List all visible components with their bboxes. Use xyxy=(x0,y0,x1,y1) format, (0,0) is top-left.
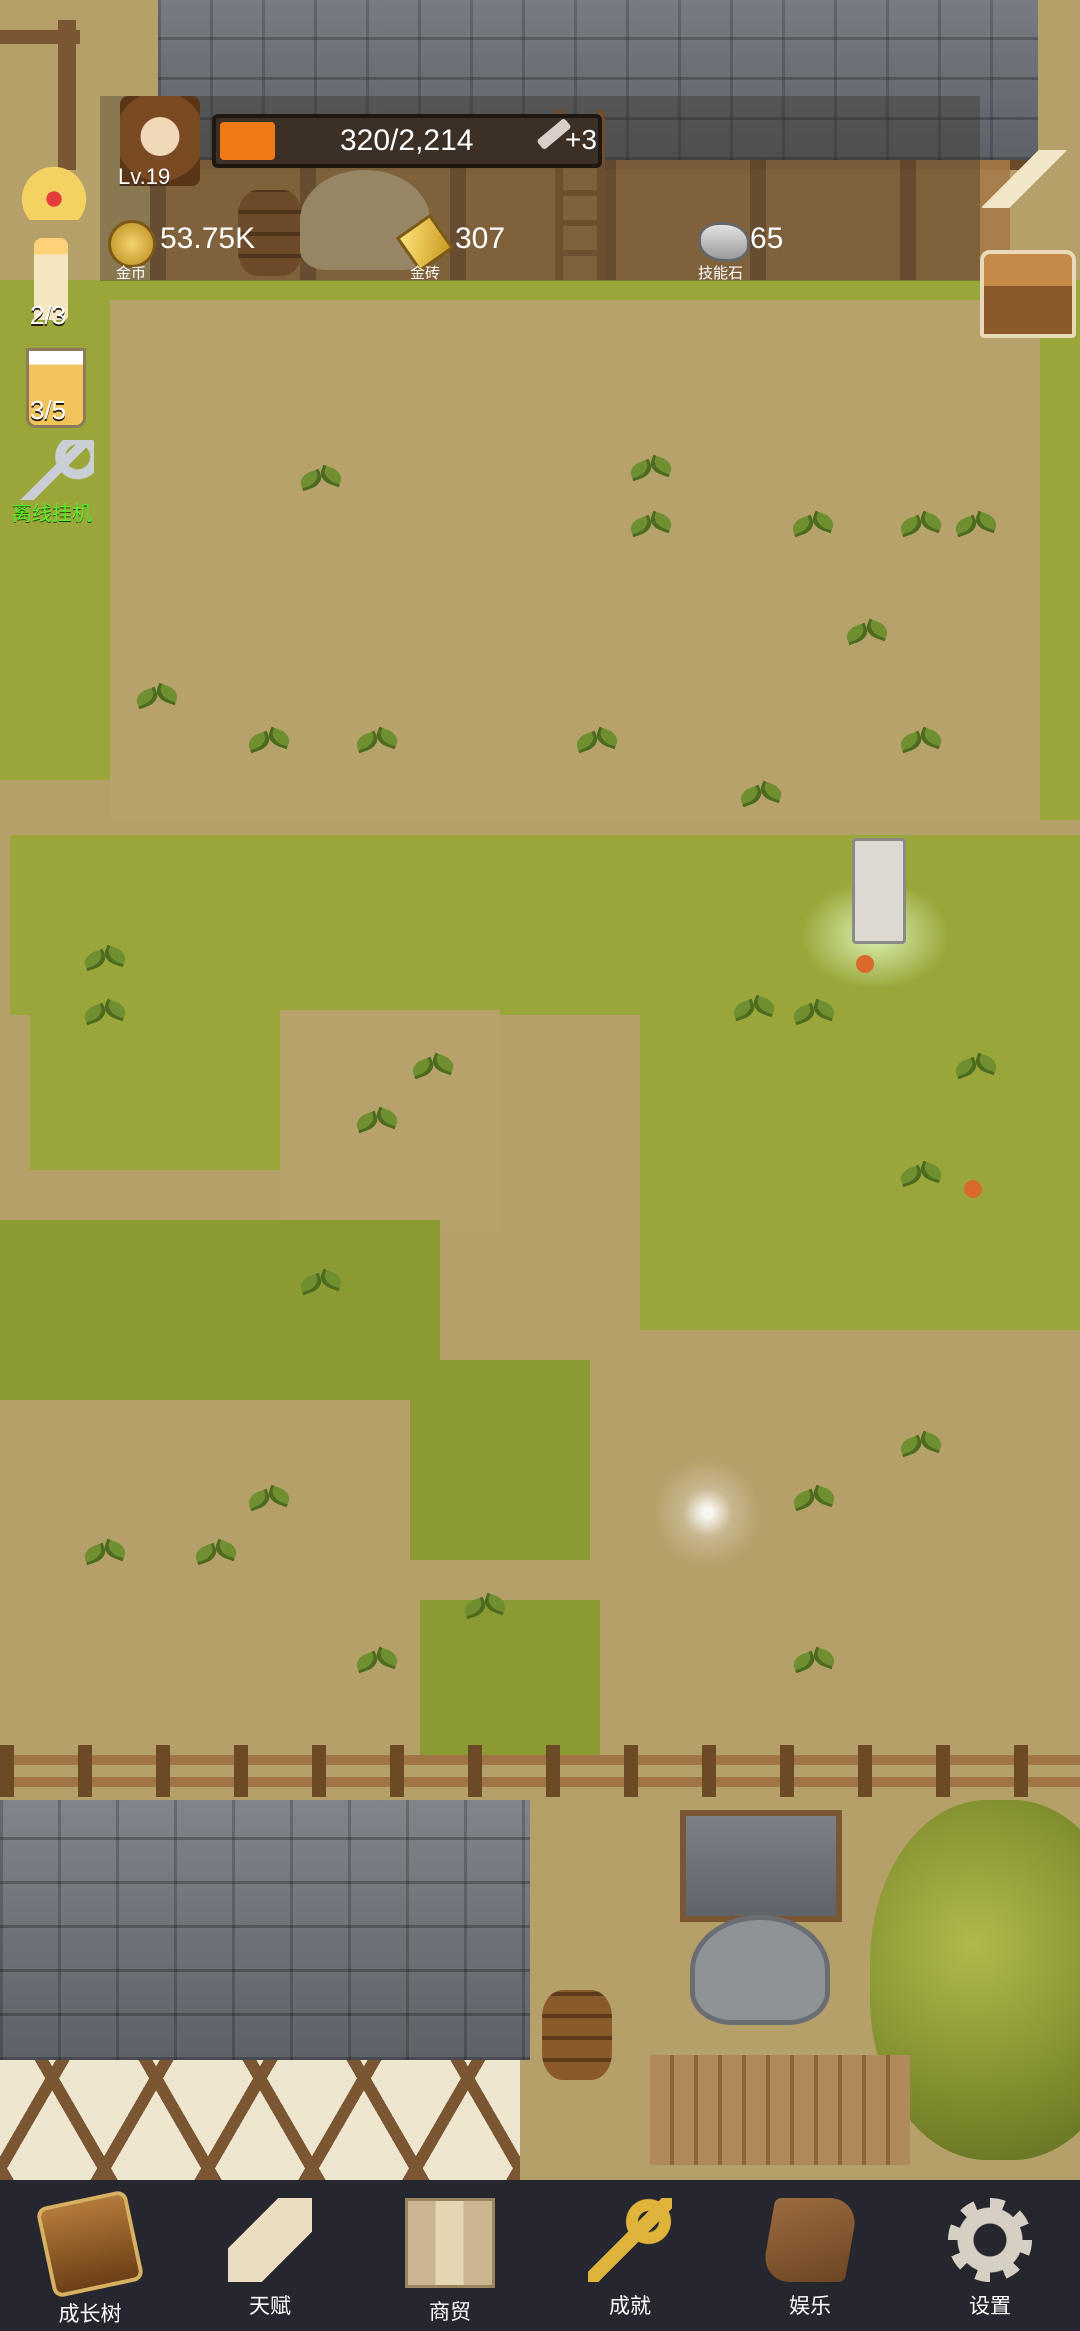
well-roof xyxy=(680,1810,842,1922)
crop-sprout[interactable] xyxy=(793,1644,835,1678)
drink-count: 3/5 xyxy=(30,395,67,425)
crop-sprout[interactable] xyxy=(356,1644,398,1678)
skill-stone-icon[interactable] xyxy=(698,222,750,262)
nav-label: 成长树 xyxy=(58,2303,122,2326)
crop-sprout[interactable] xyxy=(846,616,888,650)
house-roof xyxy=(0,1800,530,2060)
nav-settings[interactable]: 设置 xyxy=(900,2180,1080,2331)
nav-achievement[interactable]: 成就 xyxy=(540,2180,720,2331)
grass-lower-column xyxy=(410,1360,590,1560)
crop-sprout[interactable] xyxy=(84,1536,126,1570)
candle-count: 2/3 xyxy=(30,300,67,330)
crop-sprout[interactable] xyxy=(464,1590,506,1624)
skill-stone-label: 技能石 xyxy=(698,265,744,282)
crop-sprout[interactable] xyxy=(792,508,834,542)
wooden-cart xyxy=(650,2055,910,2165)
grass-fence-column xyxy=(420,1600,600,1760)
talent-scroll-icon xyxy=(228,2198,312,2282)
gallows-beam xyxy=(0,30,80,44)
crop-sprout[interactable] xyxy=(84,942,126,976)
gold-bar-value: 307 xyxy=(455,222,506,255)
treasure-chest-icon[interactable] xyxy=(980,250,1076,338)
crop-sprout[interactable] xyxy=(955,1050,997,1084)
scroll-icon[interactable] xyxy=(982,150,1066,208)
xp-text: 320/2,214 xyxy=(340,124,474,157)
stone-well[interactable] xyxy=(690,1915,830,2025)
nav-growth-tree[interactable]: 成长树 xyxy=(0,2180,180,2331)
crop-sprout[interactable] xyxy=(412,1050,454,1084)
crop-sprout[interactable] xyxy=(733,992,775,1026)
crop-sprout[interactable] xyxy=(955,508,997,542)
nav-label: 成就 xyxy=(609,2295,651,2318)
bottom-nav: 成长树 天赋 商贸 成就 娱乐 设置 xyxy=(0,2180,1080,2331)
grass-right-block xyxy=(640,1010,1080,1330)
crop-sprout[interactable] xyxy=(195,1536,237,1570)
growth-tree-book-icon xyxy=(35,2189,145,2299)
crop-sprout[interactable] xyxy=(900,1158,942,1192)
grass-lower-left xyxy=(0,1220,440,1400)
crop-sprout[interactable] xyxy=(900,508,942,542)
crop-sprout[interactable] xyxy=(630,452,672,486)
crop-sprout[interactable] xyxy=(793,996,835,1030)
crown-icon[interactable] xyxy=(18,160,90,220)
grass-left-block xyxy=(30,1000,280,1170)
nav-label: 天赋 xyxy=(249,2295,291,2318)
farmer-character[interactable] xyxy=(852,838,906,944)
crop-sprout[interactable] xyxy=(356,724,398,758)
house-wall xyxy=(0,2060,520,2180)
sparkle-effect xyxy=(650,1455,765,1570)
gold-coin-icon[interactable] xyxy=(108,220,156,268)
crop-sprout[interactable] xyxy=(576,724,618,758)
farm-scene[interactable] xyxy=(0,0,1080,2180)
barrel xyxy=(542,1990,612,2080)
crop-sprout[interactable] xyxy=(136,680,178,714)
nav-label: 娱乐 xyxy=(789,2295,831,2318)
crop-sprout[interactable] xyxy=(248,1482,290,1516)
wooden-fence xyxy=(0,1745,1080,1797)
achievement-key-icon xyxy=(588,2198,672,2282)
nav-talent[interactable]: 天赋 xyxy=(180,2180,360,2331)
xp-bonus: +3 xyxy=(565,124,597,155)
crop-sprout[interactable] xyxy=(300,1266,342,1300)
crop-sprout[interactable] xyxy=(248,724,290,758)
nav-entertainment[interactable]: 娱乐 xyxy=(720,2180,900,2331)
trade-map-icon xyxy=(405,2198,495,2288)
gold-bar-label: 金砖 xyxy=(410,265,441,282)
player-level: Lv.19 xyxy=(118,164,171,189)
crop-sprout[interactable] xyxy=(356,1104,398,1138)
carrot-icon[interactable] xyxy=(964,1180,982,1198)
crop-sprout[interactable] xyxy=(900,724,942,758)
crop-sprout[interactable] xyxy=(740,778,782,812)
key-icon[interactable] xyxy=(20,440,94,500)
settings-gear-icon xyxy=(948,2198,1032,2282)
crop-sprout[interactable] xyxy=(900,1428,942,1462)
crop-sprout[interactable] xyxy=(793,1482,835,1516)
grass-right-strip xyxy=(1040,280,1080,820)
carrot-icon[interactable] xyxy=(856,955,874,973)
nav-trade[interactable]: 商贸 xyxy=(360,2180,540,2331)
crop-sprout[interactable] xyxy=(84,996,126,1030)
crop-sprout[interactable] xyxy=(630,508,672,542)
nav-label: 设置 xyxy=(969,2295,1011,2318)
entertainment-cloth-icon xyxy=(760,2198,860,2282)
gold-coin-value: 53.75K xyxy=(160,222,256,255)
skill-stone-value: 65 xyxy=(750,222,784,255)
xp-bar-fill xyxy=(220,122,275,160)
gold-coin-label: 金币 xyxy=(116,265,147,282)
nav-label: 商贸 xyxy=(429,2301,471,2324)
crop-sprout[interactable] xyxy=(300,462,342,496)
offline-idle-label[interactable]: 离线挂机 xyxy=(12,497,92,526)
